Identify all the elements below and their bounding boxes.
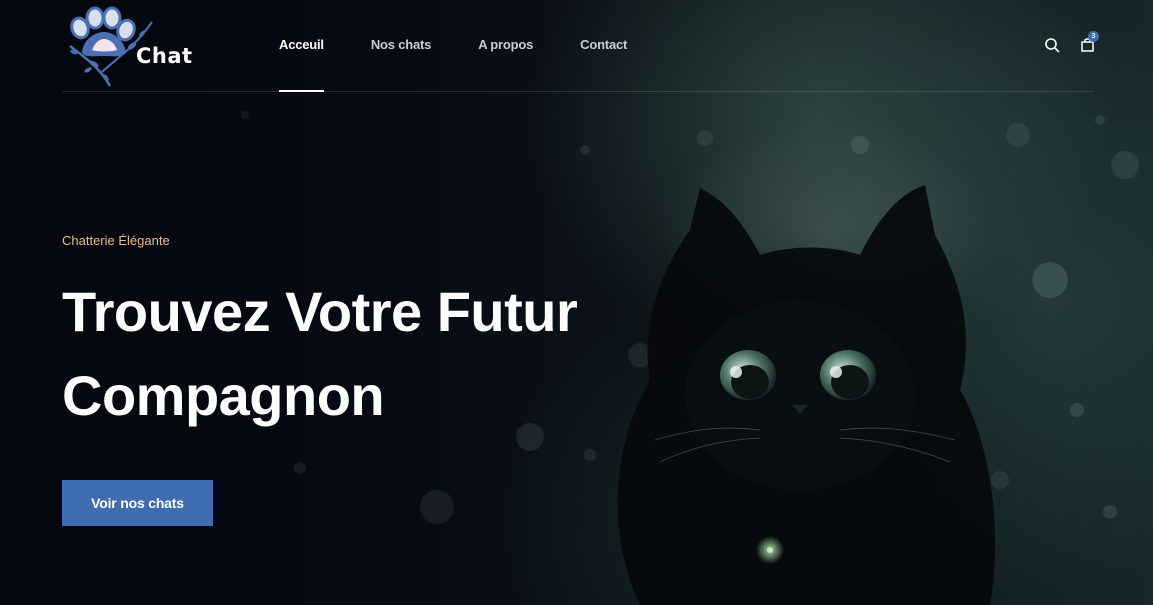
cart-count-badge: 3 (1088, 31, 1099, 42)
hero-kicker: Chatterie Élégante (62, 233, 170, 248)
cart-button[interactable]: 3 (1079, 31, 1099, 54)
site-logo[interactable]: Chat (62, 6, 192, 88)
search-button[interactable] (1043, 36, 1061, 54)
view-cats-button[interactable]: Voir nos chats (62, 480, 213, 526)
nav-item-contact[interactable]: Contact (580, 0, 627, 91)
hero-headline: Trouvez Votre Futur Compagnon (62, 280, 578, 427)
hero-section: Chat Acceuil Nos chats A propos Contact … (0, 0, 1153, 605)
nav-item-nos-chats[interactable]: Nos chats (371, 0, 432, 91)
main-nav: Acceuil Nos chats A propos Contact (279, 0, 674, 92)
search-icon (1045, 38, 1060, 53)
logo-text: Chat (136, 44, 193, 68)
site-header: Chat Acceuil Nos chats A propos Contact … (62, 0, 1099, 92)
nav-item-a-propos[interactable]: A propos (478, 0, 533, 91)
nav-item-acceuil[interactable]: Acceuil (279, 0, 324, 92)
